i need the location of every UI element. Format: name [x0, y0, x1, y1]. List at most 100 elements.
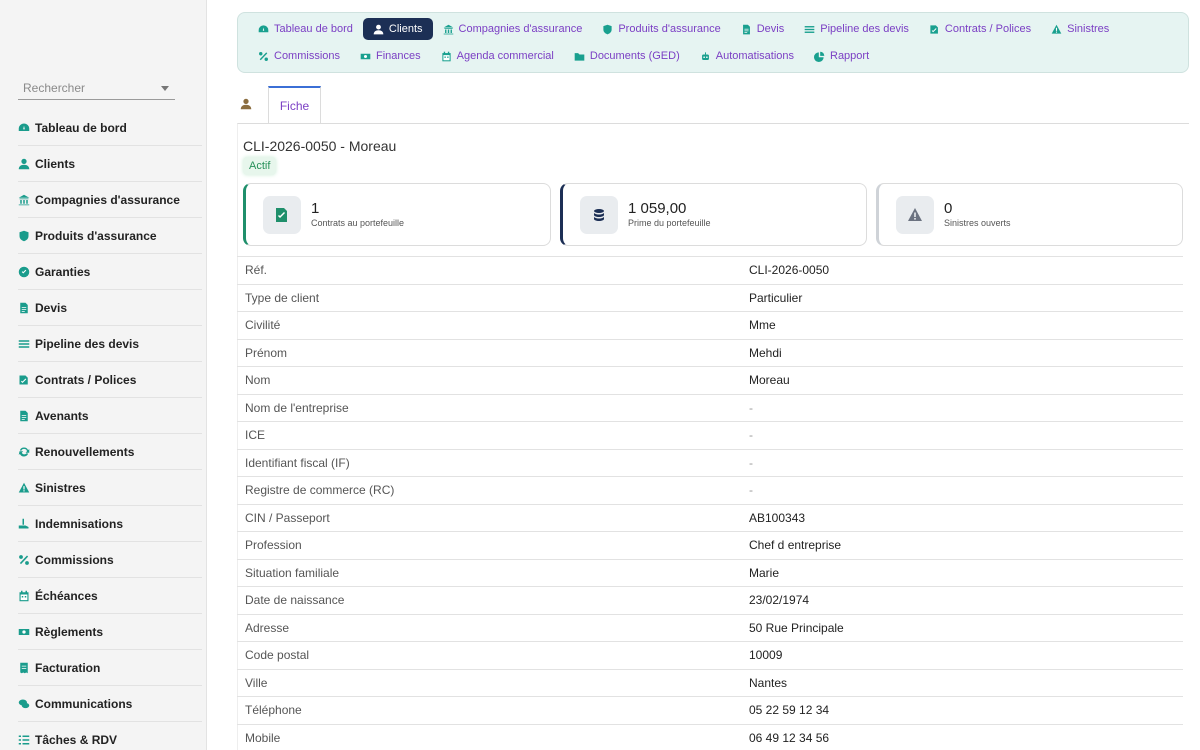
page-title: CLI-2026-0050 - Moreau [243, 138, 397, 154]
sidebar-item-label: Communications [35, 696, 133, 711]
top-nav-item[interactable]: Automatisations [690, 45, 804, 67]
field-value: - [749, 455, 753, 470]
sidebar-item[interactable]: Facturation [18, 650, 202, 686]
warning-icon [18, 481, 35, 495]
tab-fiche[interactable]: Fiche [268, 86, 321, 124]
user-icon [373, 24, 389, 35]
sidebar-item[interactable]: Compagnies d'assurance [18, 182, 202, 218]
stat-label: Prime du portefeuille [628, 218, 711, 228]
field-label: CIN / Passeport [245, 510, 330, 525]
field-label: Registre de commerce (RC) [245, 483, 395, 497]
sidebar-item-label: Garanties [35, 264, 91, 279]
field-label: Ville [245, 675, 268, 690]
table-row: Date de naissance 23/02/1974 [237, 586, 1183, 614]
bank-icon [443, 24, 459, 35]
dashboard-icon [258, 24, 274, 35]
percent-icon [18, 553, 35, 567]
calendar-icon [441, 51, 457, 62]
search-select[interactable]: Rechercher [18, 77, 175, 100]
document-icon [741, 24, 757, 35]
refresh-icon [18, 445, 35, 459]
stat-card-contrats: 1 Contrats au portefeuille [243, 183, 551, 246]
shield-icon [18, 229, 35, 243]
top-nav-item[interactable]: Commissions [248, 45, 350, 67]
contract-icon [263, 196, 301, 234]
field-value: 10009 [749, 648, 783, 662]
table-row: Adresse 50 Rue Principale [237, 613, 1183, 642]
top-nav-label: Finances [376, 50, 421, 62]
sidebar-item[interactable]: Renouvellements [18, 434, 202, 470]
sidebar-item[interactable]: Règlements [18, 614, 202, 650]
field-label: Nom de l'entreprise [245, 400, 349, 415]
top-nav-item[interactable]: Pipeline des devis [794, 18, 919, 40]
sidebar-item[interactable]: Indemnisations [18, 506, 202, 542]
sidebar-item[interactable]: Produits d'assurance [18, 218, 202, 254]
top-nav-item[interactable]: Agenda commercial [431, 45, 564, 67]
field-value: Marie [749, 565, 780, 580]
field-label: Code postal [245, 648, 310, 662]
top-nav-item[interactable]: Clients [362, 18, 433, 40]
sidebar-item[interactable]: Pipeline des devis [18, 326, 202, 362]
table-row: Civilité Mme [237, 311, 1183, 339]
top-nav-item[interactable]: Finances [350, 45, 431, 67]
sidebar-item-label: Tâches & RDV [35, 732, 118, 747]
sidebar-item[interactable]: Avenants [18, 398, 202, 434]
table-row: Type de client Particulier [237, 283, 1183, 312]
sidebar-item[interactable]: Communications [18, 686, 202, 722]
top-nav-label: Contrats / Polices [944, 23, 1032, 35]
sidebar-item-label: Renouvellements [35, 444, 135, 459]
top-nav-item[interactable]: Documents (GED) [564, 45, 690, 67]
chevron-down-icon[interactable] [161, 86, 169, 91]
dashboard-icon [18, 121, 35, 135]
field-label: Mobile [245, 730, 281, 745]
field-value: 23/02/1974 [749, 593, 810, 607]
top-nav-item[interactable]: Sinistres [1041, 18, 1119, 40]
stat-card-sinistres: 0 Sinistres ouverts [876, 183, 1183, 246]
top-nav-item[interactable]: Devis [731, 18, 795, 40]
sidebar-item[interactable]: Commissions [18, 542, 202, 578]
field-value: 50 Rue Principale [749, 620, 844, 635]
tab-fiche-label: Fiche [279, 99, 310, 113]
top-nav-label: Agenda commercial [456, 50, 554, 62]
sidebar-item[interactable]: Échéances [18, 578, 202, 614]
top-nav-label: Clients [388, 23, 423, 35]
top-nav-item[interactable]: Produits d'assurance [592, 18, 730, 40]
top-nav-item[interactable]: Tableau de bord [248, 18, 363, 40]
sidebar-item[interactable]: Devis [18, 290, 202, 326]
sidebar-item-label: Avenants [35, 408, 89, 423]
status-badge: Actif [243, 157, 277, 175]
sidebar-item[interactable]: Tableau de bord [18, 110, 202, 146]
bank-icon [18, 193, 35, 207]
stat-value: 1 [311, 200, 320, 217]
sidebar-item[interactable]: Contrats / Polices [18, 362, 202, 398]
sidebar-item[interactable]: Tâches & RDV [18, 722, 202, 750]
pie-chart-icon [814, 51, 830, 62]
user-icon[interactable] [240, 97, 252, 110]
field-label: Prénom [245, 345, 288, 360]
sidebar-item[interactable]: Clients [18, 146, 202, 182]
sidebar-item[interactable]: Sinistres [18, 470, 202, 506]
field-value: Mehdi [749, 345, 782, 360]
table-row: Nom de l'entreprise - [237, 393, 1183, 422]
top-nav-item[interactable]: Contrats / Polices [919, 18, 1041, 40]
table-row: Registre de commerce (RC) - [237, 476, 1183, 504]
field-value: Particulier [749, 290, 803, 305]
top-nav-item[interactable]: Rapport [804, 45, 879, 67]
field-value: 05 22 59 12 34 [749, 703, 830, 717]
field-label: Nom [245, 373, 271, 387]
field-value: - [749, 400, 753, 415]
chat-icon [18, 697, 35, 711]
sidebar-item[interactable]: Garanties [18, 254, 202, 290]
stat-value: 1 059,00 [628, 200, 687, 217]
table-row: Ville Nantes [237, 668, 1183, 697]
top-nav-row-2: Commissions Finances Agenda commercial Docu… [248, 45, 879, 67]
stat-label: Contrats au portefeuille [311, 218, 405, 228]
top-nav-row-1: Tableau de bord Clients Compagnies d'assur… [248, 18, 1119, 40]
table-row: Nom Moreau [237, 366, 1183, 394]
document-icon [18, 301, 35, 315]
top-nav-label: Devis [756, 23, 785, 35]
warning-icon [896, 196, 934, 234]
stat-label: Sinistres ouverts [944, 218, 1011, 228]
sidebar-item-label: Facturation [35, 660, 101, 675]
top-nav-item[interactable]: Compagnies d'assurance [433, 18, 593, 40]
